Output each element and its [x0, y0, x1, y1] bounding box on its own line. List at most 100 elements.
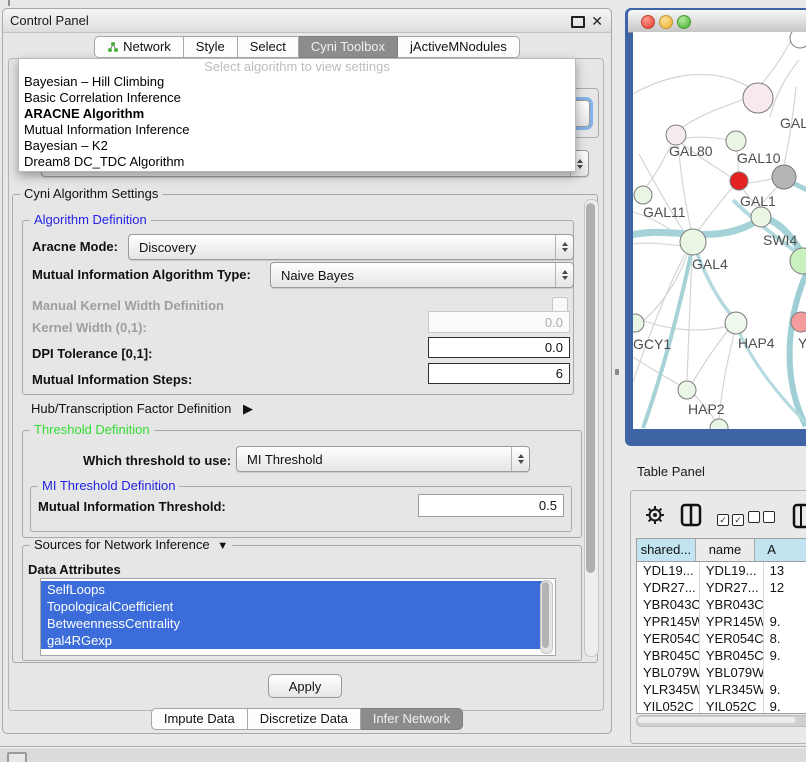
mi-steps-field[interactable]: 6 — [428, 363, 570, 384]
table-panel: ✓✓ shared... name A YDL19...YDL19...13 Y… — [630, 490, 806, 744]
node-gal10[interactable] — [726, 131, 746, 151]
dropdown-item-selected[interactable]: ARACNE Algorithm — [19, 106, 575, 122]
hub-definition-expander[interactable]: Hub/Transcription Factor Definition ▶ — [31, 399, 253, 419]
dropdown-placeholder: Select algorithm to view settings — [19, 59, 575, 74]
cell: YER054C — [700, 630, 764, 647]
close-icon[interactable]: ✕ — [591, 13, 603, 29]
mi-type-combobox[interactable]: Naive Bayes — [270, 262, 574, 288]
node-label: GAL1 — [740, 193, 776, 209]
node-unlabeled-top[interactable] — [790, 32, 806, 48]
sources-legend[interactable]: Sources for Network Inference ▼ — [30, 538, 232, 552]
zoom-traffic-light[interactable] — [677, 15, 691, 29]
table-row[interactable]: YPR145WYPR145W9. — [637, 613, 806, 630]
control-panel-titlebar: Control Panel ✕ — [3, 9, 611, 33]
node-swi4[interactable] — [751, 207, 771, 227]
tab-impute-data[interactable]: Impute Data — [151, 708, 248, 730]
cell: YDR27... — [700, 579, 764, 596]
node-gray[interactable] — [772, 165, 796, 189]
node-gal80[interactable] — [666, 125, 686, 145]
node-hap2[interactable] — [678, 381, 696, 399]
column-header-partial[interactable]: A — [755, 539, 806, 561]
hub-definition-label: Hub/Transcription Factor Definition — [31, 401, 231, 416]
columns-icon[interactable] — [680, 503, 702, 530]
node-bottom-partial[interactable] — [710, 419, 728, 429]
close-traffic-light[interactable] — [641, 15, 655, 29]
table-row[interactable]: YBR045CYBR045C9. — [637, 647, 806, 664]
panel-splitter-handle[interactable] — [615, 369, 619, 375]
table-hscrollbar-thumb[interactable] — [638, 717, 796, 723]
cell: YIL052C — [700, 698, 764, 714]
node-hap4[interactable] — [725, 312, 747, 334]
mi-threshold-legend: MI Threshold Definition — [38, 479, 179, 493]
attributes-scrollbar-track[interactable] — [540, 580, 553, 654]
dropdown-item[interactable]: Dream8 DC_TDC Algorithm — [19, 154, 575, 170]
collapse-down-icon: ▼ — [217, 540, 228, 552]
dropdown-item[interactable]: Basic Correlation Inference — [19, 90, 575, 106]
column-header-name[interactable]: name — [696, 539, 756, 561]
mi-type-label: Mutual Information Algorithm Type: — [32, 265, 251, 285]
which-threshold-combobox[interactable]: MI Threshold — [236, 446, 530, 472]
table-function-icon[interactable] — [792, 503, 806, 532]
network-canvas[interactable]: GAL GAL80 GAL10 GAL1 SWI4 GAL11 GAL4 GCY… — [633, 32, 806, 429]
tab-discretize-data[interactable]: Discretize Data — [248, 708, 361, 730]
select-all-checkboxes-icon[interactable]: ✓✓ — [717, 511, 747, 526]
node-attribute-table: shared... name A YDL19...YDL19...13 YDR2… — [636, 538, 806, 714]
table-row[interactable]: YDL19...YDL19...13 — [637, 562, 806, 579]
list-item[interactable]: SelfLoops — [41, 581, 545, 598]
apply-button[interactable]: Apply — [268, 674, 342, 698]
tab-jactivemnodules[interactable]: jActiveMNodules — [398, 36, 520, 58]
table-row[interactable]: YIL052CYIL052C9. — [637, 698, 806, 714]
table-row[interactable]: YER054CYER054C8. — [637, 630, 806, 647]
combobox-stepper — [511, 447, 529, 471]
tab-select[interactable]: Select — [238, 36, 299, 58]
bottom-left-widget-icon[interactable] — [7, 752, 27, 762]
node-gcy1[interactable] — [633, 314, 644, 332]
node-gal4[interactable] — [680, 229, 706, 255]
list-item[interactable]: BetweennessCentrality — [41, 615, 545, 632]
node-gal11[interactable] — [634, 186, 652, 204]
dropdown-item[interactable]: Bayesian – Hill Climbing — [19, 74, 575, 90]
float-window-icon[interactable] — [571, 16, 585, 28]
dropdown-item[interactable]: Bayesian – K2 — [19, 138, 575, 154]
dpi-tolerance-field[interactable]: 0.0 — [428, 337, 570, 358]
kernel-width-field: 0.0 — [428, 311, 570, 333]
node-gal-top[interactable] — [743, 83, 773, 113]
tab-infer-network[interactable]: Infer Network — [361, 708, 463, 730]
manual-kernel-label: Manual Kernel Width Definition — [32, 296, 224, 316]
attributes-scrollbar-thumb[interactable] — [542, 582, 549, 648]
network-window-titlebar[interactable] — [628, 10, 806, 33]
cell: 9. — [764, 647, 806, 664]
dpi-tolerance-label: DPI Tolerance [0,1]: — [32, 344, 152, 364]
cell: YER054C — [637, 630, 700, 647]
combobox-stepper — [555, 235, 573, 259]
table-row[interactable]: YLR345WYLR345W9. — [637, 681, 806, 698]
node-gal1-red[interactable] — [730, 172, 748, 190]
gear-icon[interactable] — [645, 504, 665, 529]
dropdown-item[interactable]: Mutual Information Inference — [19, 122, 575, 138]
minimize-traffic-light[interactable] — [659, 15, 673, 29]
column-header-shared-name[interactable]: shared... — [637, 539, 696, 561]
mi-threshold-field[interactable]: 0.5 — [418, 494, 564, 517]
table-row[interactable]: YBL079WYBL079W — [637, 664, 806, 681]
tab-cyni-toolbox[interactable]: Cyni Toolbox — [299, 36, 398, 58]
list-item[interactable]: gal4RGexp — [41, 632, 545, 649]
application-root: Control Panel ✕ Network Style Select Cyn… — [0, 0, 806, 762]
aracne-mode-combobox[interactable]: Discovery — [128, 234, 574, 260]
tab-network[interactable]: Network — [94, 36, 184, 58]
cell: YIL052C — [637, 698, 700, 714]
node-salmon[interactable] — [791, 312, 806, 332]
settings-scrollbar-thumb[interactable] — [586, 203, 595, 573]
table-hscrollbar-track[interactable] — [636, 715, 806, 727]
cell: 9. — [764, 698, 806, 714]
deselect-all-checkboxes-icon[interactable] — [748, 511, 778, 526]
tab-infer-network-label: Infer Network — [373, 709, 450, 729]
table-row[interactable]: YBR043CYBR043C — [637, 596, 806, 613]
tab-style[interactable]: Style — [184, 36, 238, 58]
list-item[interactable]: TopologicalCoefficient — [41, 598, 545, 615]
mi-steps-label: Mutual Information Steps: — [32, 370, 192, 390]
node-bright-green[interactable] — [790, 248, 806, 274]
cell: YPR145W — [700, 613, 764, 630]
table-row[interactable]: YDR27...YDR27...12 — [637, 579, 806, 596]
settings-scrollbar-track[interactable] — [584, 199, 599, 657]
which-threshold-value: MI Threshold — [247, 447, 323, 471]
